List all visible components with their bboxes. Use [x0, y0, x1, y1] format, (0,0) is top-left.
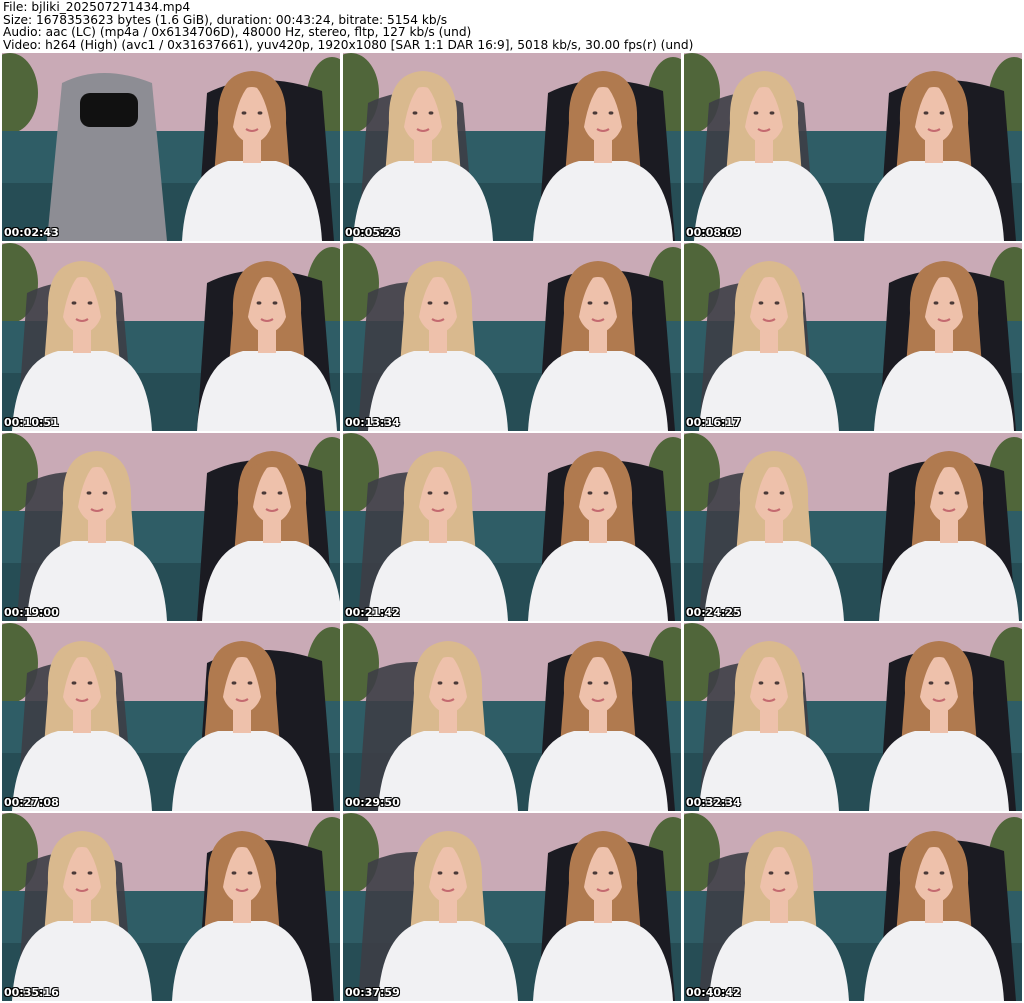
thumbnail-frame: 00:27:08 — [2, 623, 340, 811]
frame-timestamp: 00:08:09 — [686, 226, 741, 239]
thumbnail-frame: 00:32:34 — [684, 623, 1022, 811]
frame-timestamp: 00:10:51 — [4, 416, 59, 429]
video-frame-image — [343, 433, 681, 621]
frame-timestamp: 00:21:42 — [345, 606, 400, 619]
thumbnail-frame: 00:10:51 — [2, 243, 340, 431]
frame-timestamp: 00:27:08 — [4, 796, 59, 809]
frame-timestamp: 00:32:34 — [686, 796, 741, 809]
thumbnail-frame: 00:21:42 — [343, 433, 681, 621]
thumbnail-frame: 00:13:34 — [343, 243, 681, 431]
frame-timestamp: 00:40:42 — [686, 986, 741, 999]
video-frame-image — [2, 53, 340, 241]
video-frame-image — [684, 813, 1022, 1001]
thumbnail-frame: 00:29:50 — [343, 623, 681, 811]
video-frame-image — [343, 53, 681, 241]
video-frame-image — [2, 813, 340, 1001]
video-frame-image — [343, 243, 681, 431]
video-frame-image — [684, 53, 1022, 241]
video-frame-image — [684, 243, 1022, 431]
file-name-line: File: bjliki_202507271434.mp4 — [3, 0, 191, 14]
video-frame-image — [684, 433, 1022, 621]
thumbnail-grid: 00:02:43 00:05:26 00:08:09 00:10:51 00:1… — [2, 53, 1022, 1001]
thumbnail-frame: 00:40:42 — [684, 813, 1022, 1001]
thumbnail-frame: 00:35:16 — [2, 813, 340, 1001]
video-frame-image — [343, 623, 681, 811]
thumbnail-frame: 00:24:25 — [684, 433, 1022, 621]
frame-timestamp: 00:16:17 — [686, 416, 741, 429]
audio-info-line: Audio: aac (LC) (mp4a / 0x6134706D), 480… — [3, 25, 472, 40]
video-frame-image — [2, 243, 340, 431]
frame-timestamp: 00:02:43 — [4, 226, 59, 239]
frame-timestamp: 00:24:25 — [686, 606, 741, 619]
video-frame-image — [343, 813, 681, 1001]
thumbnail-frame: 00:08:09 — [684, 53, 1022, 241]
frame-timestamp: 00:13:34 — [345, 416, 400, 429]
frame-timestamp: 00:35:16 — [4, 986, 59, 999]
video-info-line: Video: h264 (High) (avc1 / 0x31637661), … — [3, 37, 694, 52]
frame-timestamp: 00:29:50 — [345, 796, 400, 809]
video-frame-image — [2, 623, 340, 811]
thumbnail-frame: 00:16:17 — [684, 243, 1022, 431]
frame-timestamp: 00:37:59 — [345, 986, 400, 999]
frame-timestamp: 00:19:00 — [4, 606, 59, 619]
video-frame-image — [2, 433, 340, 621]
file-info-header: File: bjliki_202507271434.mp4 Size: 1678… — [0, 0, 1024, 52]
thumbnail-frame: 00:05:26 — [343, 53, 681, 241]
thumbnail-frame: 00:19:00 — [2, 433, 340, 621]
thumbnail-frame: 00:02:43 — [2, 53, 340, 241]
thumbnail-frame: 00:37:59 — [343, 813, 681, 1001]
video-frame-image — [684, 623, 1022, 811]
frame-timestamp: 00:05:26 — [345, 226, 400, 239]
